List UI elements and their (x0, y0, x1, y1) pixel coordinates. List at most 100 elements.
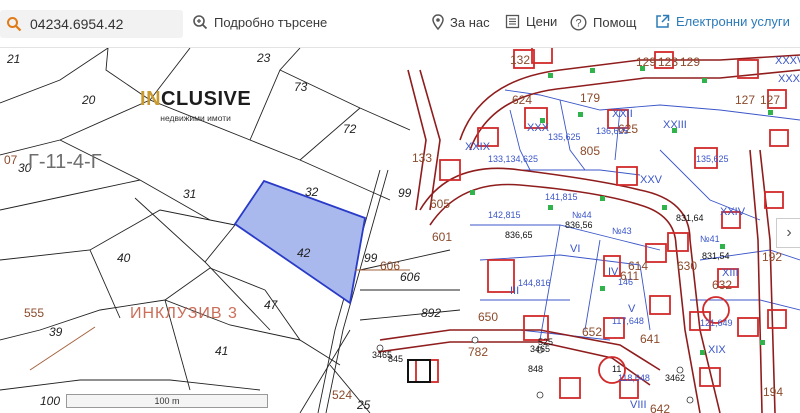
parcel-label: 99 (364, 251, 378, 265)
roman-label: XXII (612, 108, 633, 120)
prices-link[interactable]: Цени (505, 14, 557, 29)
parcel-label: 23 (256, 51, 271, 65)
parcel-label: 123 (658, 55, 678, 69)
parcel-label: 179 (580, 91, 600, 105)
scale-bar: 100 m (66, 394, 268, 408)
help-label: Помощ (593, 15, 637, 30)
house-number: 831,54 (702, 251, 730, 261)
parcel-label: 73 (294, 80, 308, 94)
parcel-label: 524 (332, 388, 352, 402)
location-pin-icon (432, 14, 444, 30)
search-box[interactable] (0, 10, 183, 38)
house-number: 836,56 (565, 220, 593, 230)
parcel-label: 632 (712, 278, 732, 292)
roman-label: XXIV (720, 206, 746, 218)
roman-label: XXXVI (775, 55, 800, 67)
parcel-label: 42 (297, 246, 311, 260)
roman-label: XXX (778, 73, 800, 85)
parcel-label: 606 (380, 259, 400, 273)
top-toolbar: Подробно търсене За нас Цени ? Помощ Еле… (0, 0, 800, 48)
parcel-label: 652 (582, 325, 602, 339)
logo-wordmark: INCLUSIVE (140, 88, 252, 110)
address-label: 142,815 (488, 210, 521, 220)
prices-label: Цени (526, 14, 558, 29)
zone-label: Г-11-4-Г (28, 151, 102, 173)
e-services-label: Електронни услуги (676, 14, 790, 29)
address-label: №44 (572, 210, 592, 220)
parcel-label: 11 (612, 364, 621, 374)
parcel-label: 606 (400, 270, 420, 284)
roman-label: XIII (722, 267, 739, 279)
parcel-label: 25 (356, 398, 371, 412)
parcel-label: 601 (432, 230, 452, 244)
address-label: 144,816 (518, 278, 551, 288)
roman-label: XXX (527, 122, 550, 134)
external-link-icon (656, 14, 670, 28)
address-label: 136,625 (596, 126, 629, 136)
parcel-label: 650 (478, 310, 498, 324)
parcel-label: 624 (512, 93, 532, 107)
house-number: 836,65 (505, 230, 533, 240)
address-label: 117,648 (612, 316, 644, 326)
parcel-label: 642 (650, 402, 670, 413)
parcel-labels: 21 23 20 73 72 31 32 40 42 47 39 41 30 9… (4, 51, 800, 413)
advanced-search-button[interactable]: Подробно търсене (192, 14, 327, 30)
parcel-label: 32 (305, 185, 319, 199)
roman-label: VI (570, 243, 580, 255)
chevron-right-icon: › (786, 224, 792, 241)
search-input[interactable] (28, 15, 182, 33)
parcel-label: 31 (183, 187, 196, 201)
parcel-label: 47 (264, 298, 279, 312)
parcel-label: 100 (40, 394, 60, 408)
roman-label: V (628, 303, 636, 315)
price-list-icon (505, 14, 520, 29)
zoom-search-icon (193, 15, 208, 30)
parcel-label: 805 (580, 144, 600, 158)
help-link[interactable]: ? Помощ (570, 14, 636, 31)
parcel-label: 192 (762, 250, 782, 264)
parcel-label: 72 (343, 122, 357, 136)
address-label: №43 (612, 226, 632, 236)
address-label: 133,134,625 (488, 154, 538, 164)
parcel-label: 630 (677, 259, 697, 273)
address-label: №41 (700, 234, 720, 244)
house-number: 525 (538, 337, 553, 347)
parcel-label: 129 (636, 55, 656, 69)
about-link[interactable]: За нас (432, 14, 490, 30)
address-label: 141,815 (545, 192, 578, 202)
house-number: 831,64 (676, 213, 704, 223)
parcel-label: 40 (117, 251, 131, 265)
roman-label: XXIX (465, 141, 491, 153)
parcel-label: 07 (4, 153, 18, 167)
address-label: 121,649 (700, 318, 733, 328)
parcel-label: 21 (6, 52, 20, 66)
parcel-label: 127 (760, 93, 780, 107)
roman-label: VIII (630, 399, 647, 411)
address-label: 135,625 (548, 132, 581, 142)
address-label: 135,625 (696, 154, 729, 164)
parcel-label: 99 (398, 186, 412, 200)
svg-text:?: ? (575, 17, 581, 29)
e-services-link[interactable]: Електронни услуги (655, 14, 790, 29)
logo-subtitle: недвижими имоти (160, 113, 231, 123)
address-label: 118,648 (618, 373, 650, 383)
parcel-label: 127 (735, 93, 755, 107)
parcel-label: 641 (640, 332, 660, 346)
parcel-label: 39 (49, 325, 63, 339)
parcel-label: 133 (412, 151, 432, 165)
parcel-label: 41 (215, 344, 228, 358)
parcel-label: 129 (680, 55, 700, 69)
parcel-label: 20 (81, 93, 96, 107)
search-icon (7, 17, 22, 32)
cadastral-map[interactable]: 21 23 20 73 72 31 32 40 42 47 39 41 30 9… (0, 48, 800, 413)
parcel-label: 555 (24, 306, 44, 320)
parcel-label: 605 (430, 197, 450, 211)
expand-panel-button[interactable]: › (776, 218, 800, 248)
help-icon: ? (570, 14, 587, 31)
house-number: 845 (388, 354, 403, 364)
about-label: За нас (450, 14, 490, 30)
roman-label: XXV (640, 174, 663, 186)
address-label: 146 (618, 277, 633, 287)
parcel-label: 132 (510, 53, 530, 67)
watermark-text: ИНКЛУЗИВ 3 (130, 305, 238, 322)
